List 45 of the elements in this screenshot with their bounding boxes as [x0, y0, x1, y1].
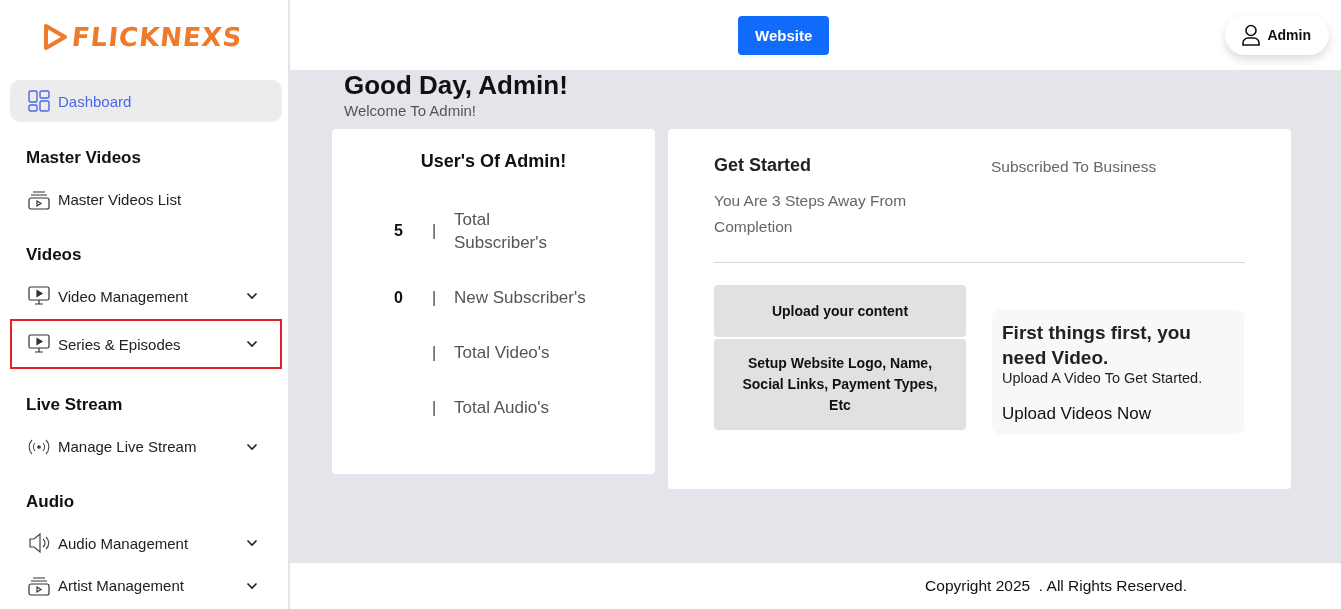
stat-label: Total Video's — [454, 342, 551, 364]
logo-text: FLICKNEXS — [70, 22, 245, 52]
copyright-text: Copyright 2025 . All Rights Reserved. — [925, 577, 1187, 595]
stat-label: Total Audio's — [454, 397, 550, 419]
nav-item[interactable]: Dashboard — [10, 80, 282, 123]
tip-title: First things first, you need Video. — [1002, 321, 1192, 370]
section-heading: Master Videos — [25, 147, 142, 170]
step-button[interactable]: Setup Website Logo, Name, Social Links, Payment Types, Etc — [714, 339, 966, 430]
nav-item[interactable]: Audio Management — [10, 523, 282, 563]
user-icon — [1241, 24, 1262, 46]
website-button[interactable]: Website — [738, 15, 830, 55]
admin-button[interactable]: Admin — [1225, 15, 1329, 55]
greeting-title: Good Day, Admin! — [344, 70, 569, 100]
greeting-subtitle: Welcome To Admin! — [344, 102, 477, 119]
stat-separator: | — [432, 398, 438, 417]
video-stack-icon — [28, 575, 50, 596]
stat-separator: | — [432, 222, 438, 240]
stat-separator: | — [432, 343, 438, 362]
plan-text: Subscribed To Business — [991, 158, 1158, 177]
broadcast-icon — [28, 437, 50, 456]
stat-label: Total Subscriber's — [454, 209, 548, 254]
section-heading: Videos — [25, 243, 83, 266]
card-title: User's Of Admin! — [419, 151, 568, 172]
nav-item[interactable]: Artist Management — [10, 566, 282, 605]
stat-separator: | — [432, 288, 438, 307]
grid-icon — [28, 90, 50, 113]
monitor-play-icon — [28, 286, 50, 307]
stat-value: 5 — [394, 222, 404, 240]
upload-videos-link[interactable]: Upload Videos Now — [1002, 404, 1151, 423]
speaker-icon — [28, 532, 50, 555]
step-button[interactable]: Upload your content — [714, 285, 966, 337]
section-heading: Live Stream — [25, 394, 124, 417]
video-stack-icon — [28, 189, 50, 210]
tip-text: Upload A Video To Get Started. — [1002, 370, 1204, 386]
section-heading: Audio — [25, 490, 76, 513]
nav-item[interactable]: Master Videos List — [10, 180, 282, 219]
stat-value: 0 — [394, 288, 404, 307]
stat-label: New Subscriber's — [454, 287, 587, 309]
monitor-play-icon — [28, 334, 50, 355]
nav-item[interactable]: Series & Episodes — [10, 319, 282, 370]
steps-remaining-text: You Are 3 Steps Away From Completion — [714, 191, 908, 237]
nav-item[interactable]: Manage Live Stream — [10, 427, 282, 466]
nav-item[interactable]: Video Management — [10, 276, 282, 316]
card-title: Get Started — [714, 155, 813, 176]
play-logo-icon — [42, 23, 68, 51]
